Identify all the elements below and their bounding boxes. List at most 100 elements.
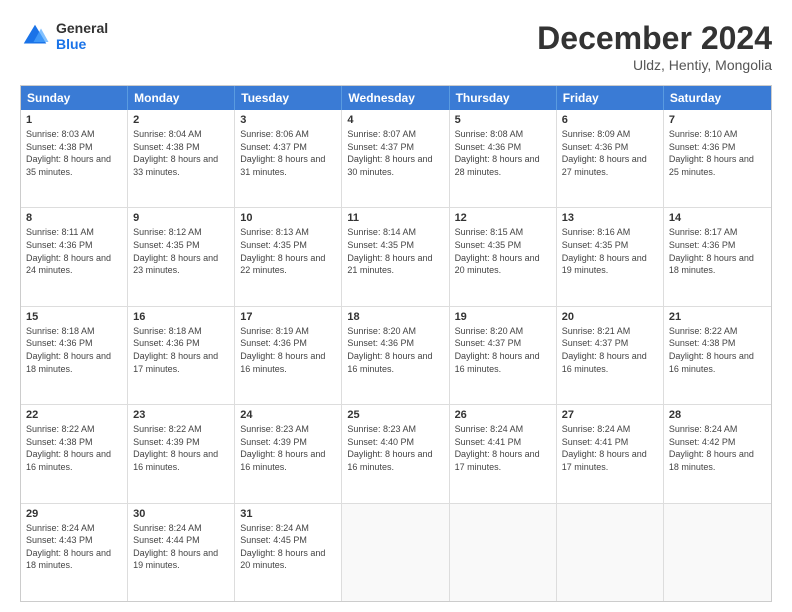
cell-info: Sunrise: 8:10 AMSunset: 4:36 PMDaylight:… xyxy=(669,128,766,178)
header-monday: Monday xyxy=(128,86,235,110)
day-number: 6 xyxy=(562,114,658,126)
day-number: 12 xyxy=(455,212,551,224)
cell-info: Sunrise: 8:22 AMSunset: 4:38 PMDaylight:… xyxy=(669,325,766,375)
cal-cell-2-3: 10 Sunrise: 8:13 AMSunset: 4:35 PMDaylig… xyxy=(235,208,342,305)
cell-info: Sunrise: 8:18 AMSunset: 4:36 PMDaylight:… xyxy=(133,325,229,375)
day-number: 21 xyxy=(669,311,766,323)
day-number: 30 xyxy=(133,508,229,520)
day-number: 13 xyxy=(562,212,658,224)
week-row-4: 22 Sunrise: 8:22 AMSunset: 4:38 PMDaylig… xyxy=(21,404,771,502)
day-number: 4 xyxy=(347,114,443,126)
day-number: 5 xyxy=(455,114,551,126)
cell-info: Sunrise: 8:24 AMSunset: 4:45 PMDaylight:… xyxy=(240,522,336,572)
cell-info: Sunrise: 8:11 AMSunset: 4:36 PMDaylight:… xyxy=(26,226,122,276)
cal-cell-2-2: 9 Sunrise: 8:12 AMSunset: 4:35 PMDayligh… xyxy=(128,208,235,305)
day-number: 23 xyxy=(133,409,229,421)
cal-cell-1-7: 7 Sunrise: 8:10 AMSunset: 4:36 PMDayligh… xyxy=(664,110,771,207)
day-number: 31 xyxy=(240,508,336,520)
logo: General Blue xyxy=(20,20,108,52)
cal-cell-2-5: 12 Sunrise: 8:15 AMSunset: 4:35 PMDaylig… xyxy=(450,208,557,305)
cal-cell-2-7: 14 Sunrise: 8:17 AMSunset: 4:36 PMDaylig… xyxy=(664,208,771,305)
header-friday: Friday xyxy=(557,86,664,110)
header-thursday: Thursday xyxy=(450,86,557,110)
day-number: 16 xyxy=(133,311,229,323)
header-saturday: Saturday xyxy=(664,86,771,110)
cal-cell-3-7: 21 Sunrise: 8:22 AMSunset: 4:38 PMDaylig… xyxy=(664,307,771,404)
cell-info: Sunrise: 8:13 AMSunset: 4:35 PMDaylight:… xyxy=(240,226,336,276)
cell-info: Sunrise: 8:16 AMSunset: 4:35 PMDaylight:… xyxy=(562,226,658,276)
cal-cell-5-1: 29 Sunrise: 8:24 AMSunset: 4:43 PMDaylig… xyxy=(21,504,128,601)
cal-cell-4-6: 27 Sunrise: 8:24 AMSunset: 4:41 PMDaylig… xyxy=(557,405,664,502)
cell-info: Sunrise: 8:03 AMSunset: 4:38 PMDaylight:… xyxy=(26,128,122,178)
cell-info: Sunrise: 8:24 AMSunset: 4:43 PMDaylight:… xyxy=(26,522,122,572)
main-title: December 2024 xyxy=(537,20,772,57)
cal-cell-1-2: 2 Sunrise: 8:04 AMSunset: 4:38 PMDayligh… xyxy=(128,110,235,207)
cell-info: Sunrise: 8:20 AMSunset: 4:36 PMDaylight:… xyxy=(347,325,443,375)
day-number: 25 xyxy=(347,409,443,421)
cell-info: Sunrise: 8:24 AMSunset: 4:44 PMDaylight:… xyxy=(133,522,229,572)
cell-info: Sunrise: 8:24 AMSunset: 4:41 PMDaylight:… xyxy=(562,423,658,473)
cal-cell-1-5: 5 Sunrise: 8:08 AMSunset: 4:36 PMDayligh… xyxy=(450,110,557,207)
day-number: 17 xyxy=(240,311,336,323)
cell-info: Sunrise: 8:07 AMSunset: 4:37 PMDaylight:… xyxy=(347,128,443,178)
logo-text: General Blue xyxy=(56,20,108,52)
cal-cell-1-6: 6 Sunrise: 8:09 AMSunset: 4:36 PMDayligh… xyxy=(557,110,664,207)
cell-info: Sunrise: 8:21 AMSunset: 4:37 PMDaylight:… xyxy=(562,325,658,375)
calendar-body: 1 Sunrise: 8:03 AMSunset: 4:38 PMDayligh… xyxy=(21,110,771,601)
cal-cell-1-1: 1 Sunrise: 8:03 AMSunset: 4:38 PMDayligh… xyxy=(21,110,128,207)
cell-info: Sunrise: 8:18 AMSunset: 4:36 PMDaylight:… xyxy=(26,325,122,375)
cal-cell-5-6 xyxy=(557,504,664,601)
day-number: 20 xyxy=(562,311,658,323)
cal-cell-1-3: 3 Sunrise: 8:06 AMSunset: 4:37 PMDayligh… xyxy=(235,110,342,207)
cell-info: Sunrise: 8:09 AMSunset: 4:36 PMDaylight:… xyxy=(562,128,658,178)
day-number: 22 xyxy=(26,409,122,421)
cell-info: Sunrise: 8:17 AMSunset: 4:36 PMDaylight:… xyxy=(669,226,766,276)
day-number: 28 xyxy=(669,409,766,421)
cal-cell-5-2: 30 Sunrise: 8:24 AMSunset: 4:44 PMDaylig… xyxy=(128,504,235,601)
day-number: 27 xyxy=(562,409,658,421)
cal-cell-3-4: 18 Sunrise: 8:20 AMSunset: 4:36 PMDaylig… xyxy=(342,307,449,404)
day-number: 11 xyxy=(347,212,443,224)
day-number: 7 xyxy=(669,114,766,126)
cal-cell-2-1: 8 Sunrise: 8:11 AMSunset: 4:36 PMDayligh… xyxy=(21,208,128,305)
logo-icon xyxy=(20,21,50,51)
cell-info: Sunrise: 8:08 AMSunset: 4:36 PMDaylight:… xyxy=(455,128,551,178)
cell-info: Sunrise: 8:19 AMSunset: 4:36 PMDaylight:… xyxy=(240,325,336,375)
week-row-2: 8 Sunrise: 8:11 AMSunset: 4:36 PMDayligh… xyxy=(21,207,771,305)
day-number: 18 xyxy=(347,311,443,323)
cell-info: Sunrise: 8:22 AMSunset: 4:39 PMDaylight:… xyxy=(133,423,229,473)
header-sunday: Sunday xyxy=(21,86,128,110)
cell-info: Sunrise: 8:06 AMSunset: 4:37 PMDaylight:… xyxy=(240,128,336,178)
day-number: 26 xyxy=(455,409,551,421)
week-row-5: 29 Sunrise: 8:24 AMSunset: 4:43 PMDaylig… xyxy=(21,503,771,601)
day-number: 3 xyxy=(240,114,336,126)
cell-info: Sunrise: 8:12 AMSunset: 4:35 PMDaylight:… xyxy=(133,226,229,276)
cal-cell-5-4 xyxy=(342,504,449,601)
day-number: 15 xyxy=(26,311,122,323)
cal-cell-3-2: 16 Sunrise: 8:18 AMSunset: 4:36 PMDaylig… xyxy=(128,307,235,404)
cell-info: Sunrise: 8:24 AMSunset: 4:41 PMDaylight:… xyxy=(455,423,551,473)
day-number: 1 xyxy=(26,114,122,126)
cal-cell-2-4: 11 Sunrise: 8:14 AMSunset: 4:35 PMDaylig… xyxy=(342,208,449,305)
cell-info: Sunrise: 8:04 AMSunset: 4:38 PMDaylight:… xyxy=(133,128,229,178)
header: General Blue December 2024 Uldz, Hentiy,… xyxy=(20,20,772,73)
calendar: Sunday Monday Tuesday Wednesday Thursday… xyxy=(20,85,772,602)
cell-info: Sunrise: 8:23 AMSunset: 4:39 PMDaylight:… xyxy=(240,423,336,473)
cal-cell-3-1: 15 Sunrise: 8:18 AMSunset: 4:36 PMDaylig… xyxy=(21,307,128,404)
cal-cell-5-7 xyxy=(664,504,771,601)
week-row-1: 1 Sunrise: 8:03 AMSunset: 4:38 PMDayligh… xyxy=(21,110,771,207)
cell-info: Sunrise: 8:23 AMSunset: 4:40 PMDaylight:… xyxy=(347,423,443,473)
cal-cell-1-4: 4 Sunrise: 8:07 AMSunset: 4:37 PMDayligh… xyxy=(342,110,449,207)
cal-cell-4-1: 22 Sunrise: 8:22 AMSunset: 4:38 PMDaylig… xyxy=(21,405,128,502)
cal-cell-2-6: 13 Sunrise: 8:16 AMSunset: 4:35 PMDaylig… xyxy=(557,208,664,305)
cell-info: Sunrise: 8:22 AMSunset: 4:38 PMDaylight:… xyxy=(26,423,122,473)
day-number: 9 xyxy=(133,212,229,224)
calendar-header: Sunday Monday Tuesday Wednesday Thursday… xyxy=(21,86,771,110)
cell-info: Sunrise: 8:24 AMSunset: 4:42 PMDaylight:… xyxy=(669,423,766,473)
day-number: 29 xyxy=(26,508,122,520)
cal-cell-5-5 xyxy=(450,504,557,601)
subtitle: Uldz, Hentiy, Mongolia xyxy=(537,57,772,73)
cell-info: Sunrise: 8:15 AMSunset: 4:35 PMDaylight:… xyxy=(455,226,551,276)
page: General Blue December 2024 Uldz, Hentiy,… xyxy=(0,0,792,612)
week-row-3: 15 Sunrise: 8:18 AMSunset: 4:36 PMDaylig… xyxy=(21,306,771,404)
